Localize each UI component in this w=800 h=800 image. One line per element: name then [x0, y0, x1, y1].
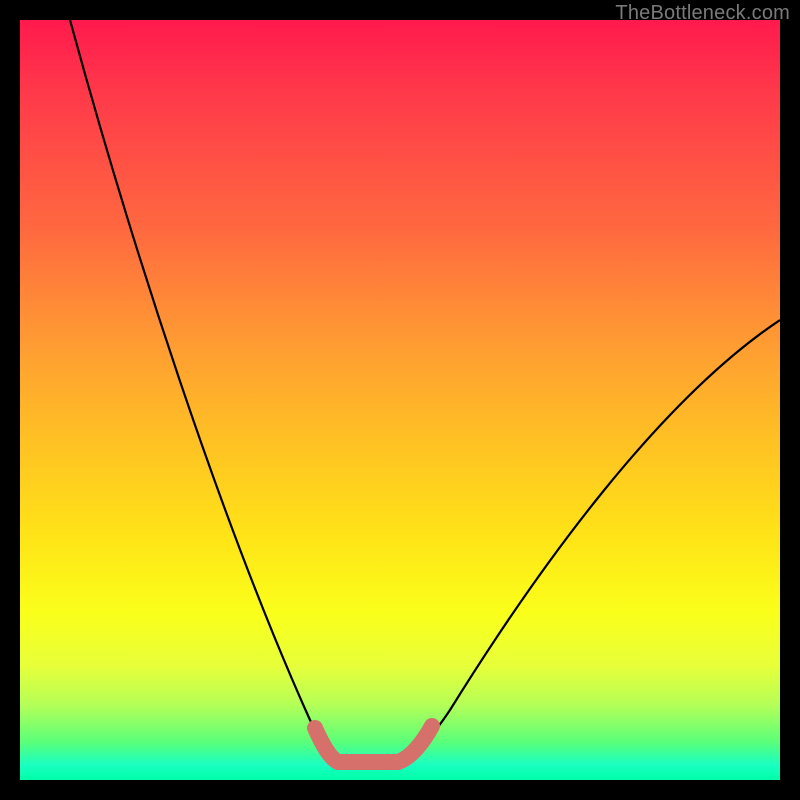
plot-area — [20, 20, 780, 780]
bottleneck-curve — [70, 20, 780, 760]
curve-svg — [20, 20, 780, 780]
optimal-range-highlight — [315, 726, 432, 762]
chart-frame: TheBottleneck.com — [0, 0, 800, 800]
